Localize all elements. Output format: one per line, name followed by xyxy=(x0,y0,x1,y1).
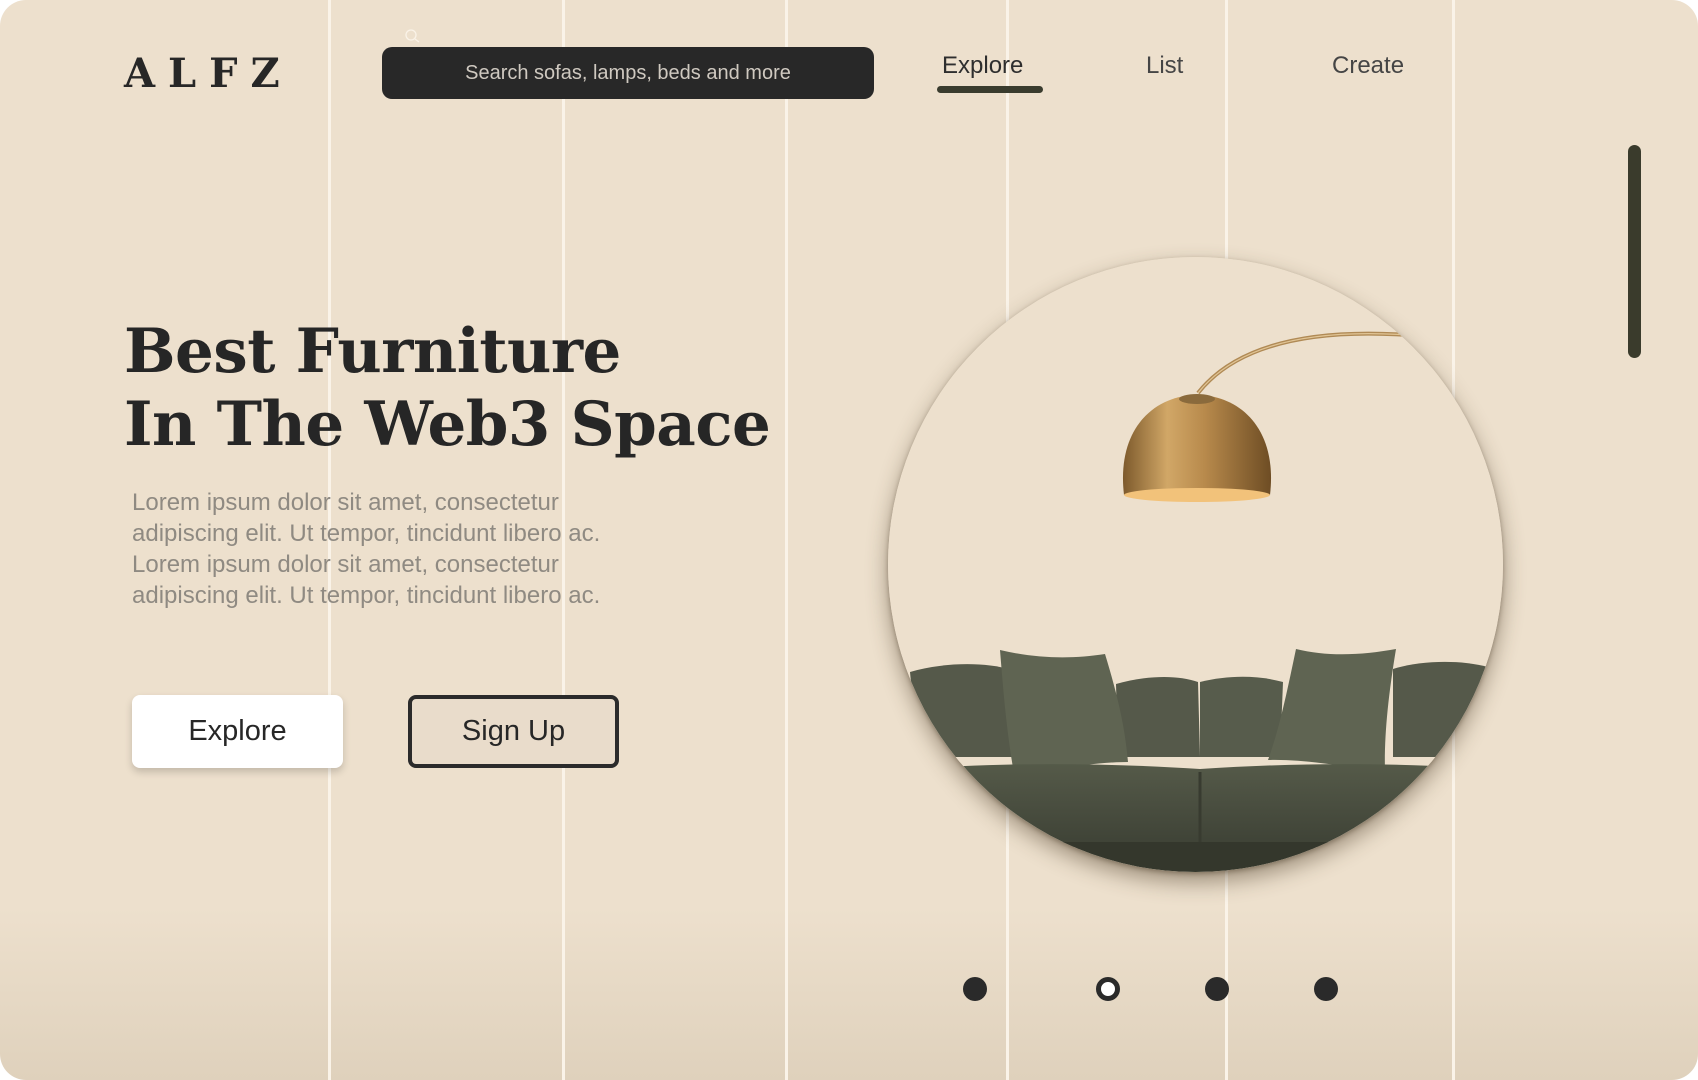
landing-page: ALFZ Search sofas, lamps, beds and more … xyxy=(0,0,1698,1080)
hero-description: Lorem ipsum dolor sit amet, consectetur … xyxy=(132,489,601,609)
background-stripe xyxy=(785,0,788,1080)
nav-create[interactable]: Create xyxy=(1332,52,1404,80)
scrollbar-thumb[interactable] xyxy=(1628,145,1641,358)
hero-headline-line-1: Best Furniture xyxy=(124,316,621,387)
carousel-dot-4[interactable] xyxy=(1314,977,1338,1001)
carousel-dot-3[interactable] xyxy=(1205,977,1229,1001)
explore-button[interactable]: Explore xyxy=(132,695,343,768)
nav-explore[interactable]: Explore xyxy=(942,52,1023,80)
hero-image xyxy=(888,257,1503,872)
brand-logo[interactable]: ALFZ xyxy=(124,50,293,97)
search-icon[interactable] xyxy=(404,29,420,43)
signup-button[interactable]: Sign Up xyxy=(408,695,619,768)
search-bar[interactable]: Search sofas, lamps, beds and more xyxy=(382,47,874,99)
nav-list[interactable]: List xyxy=(1146,52,1183,80)
nav-active-indicator xyxy=(937,86,1043,93)
carousel-dot-1[interactable] xyxy=(963,977,987,1001)
search-input[interactable]: Search sofas, lamps, beds and more xyxy=(465,62,791,85)
hero-headline: Best Furniture In The Web3 Space xyxy=(124,315,771,461)
carousel-dot-2[interactable] xyxy=(1096,977,1120,1001)
hero-headline-line-2: In The Web3 Space xyxy=(124,389,771,460)
lamp-and-sofa-illustration xyxy=(888,257,1503,872)
